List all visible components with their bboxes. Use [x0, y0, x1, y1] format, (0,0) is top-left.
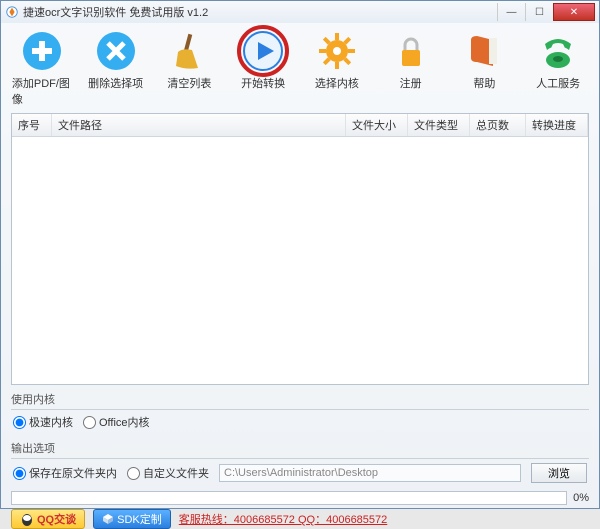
toolbar: 添加PDF/图像 删除选择项 清空列表 开始转换 选择内核 注册 帮助 [1, 23, 599, 111]
progress-row: 0% [11, 491, 589, 505]
col-seq[interactable]: 序号 [12, 114, 52, 136]
x-circle-icon [95, 30, 137, 72]
remove-label: 删除选择项 [88, 75, 143, 91]
play-circle-icon [242, 30, 284, 72]
col-path[interactable]: 文件路径 [52, 114, 346, 136]
sdk-button[interactable]: SDK定制 [93, 509, 171, 529]
close-button[interactable]: ✕ [553, 3, 595, 21]
engine-section: 使用内核 极速内核 Office内核 [11, 389, 589, 434]
add-pdf-button[interactable]: 添加PDF/图像 [12, 29, 72, 107]
register-label: 注册 [400, 75, 422, 91]
app-window: 捷速ocr文字识别软件 免费试用版 v1.2 — ☐ ✕ 添加PDF/图像 删除… [0, 0, 600, 509]
col-size[interactable]: 文件大小 [346, 114, 408, 136]
lock-icon [390, 30, 432, 72]
radio-custom-folder[interactable]: 自定义文件夹 [127, 465, 209, 481]
output-path-input[interactable] [219, 464, 521, 482]
file-list: 序号 文件路径 文件大小 文件类型 总页数 转换进度 [11, 113, 589, 385]
hotline-link[interactable]: 客服热线：4006685572 QQ：4006685572 [179, 511, 388, 527]
service-label: 人工服务 [536, 75, 580, 91]
add-label: 添加PDF/图像 [12, 75, 72, 107]
service-button[interactable]: 人工服务 [528, 29, 588, 107]
start-label: 开始转换 [241, 75, 285, 91]
phone-icon [537, 30, 579, 72]
col-pages[interactable]: 总页数 [470, 114, 526, 136]
browse-button[interactable]: 浏览 [531, 463, 587, 483]
engine-button[interactable]: 选择内核 [307, 29, 367, 107]
output-section: 输出选项 保存在原文件夹内 自定义文件夹 浏览 [11, 438, 589, 487]
radio-fast-engine[interactable]: 极速内核 [13, 414, 73, 430]
qq-chat-button[interactable]: QQ交谈 [11, 509, 85, 529]
table-header: 序号 文件路径 文件大小 文件类型 总页数 转换进度 [12, 114, 588, 137]
register-button[interactable]: 注册 [381, 29, 441, 107]
col-type[interactable]: 文件类型 [408, 114, 470, 136]
help-button[interactable]: 帮助 [454, 29, 514, 107]
app-icon [5, 5, 19, 19]
cube-icon [102, 513, 114, 525]
remove-button[interactable]: 删除选择项 [86, 29, 146, 107]
window-title: 捷速ocr文字识别软件 免费试用版 v1.2 [23, 4, 208, 20]
col-prog[interactable]: 转换进度 [526, 114, 588, 136]
gear-icon [316, 30, 358, 72]
titlebar: 捷速ocr文字识别软件 免费试用版 v1.2 — ☐ ✕ [1, 1, 599, 23]
qq-icon [20, 512, 34, 526]
engine-label: 选择内核 [315, 75, 359, 91]
broom-icon [168, 30, 210, 72]
radio-same-folder[interactable]: 保存在原文件夹内 [13, 465, 117, 481]
book-icon [463, 30, 505, 72]
help-label: 帮助 [473, 75, 495, 91]
clear-label: 清空列表 [167, 75, 211, 91]
plus-circle-icon [21, 30, 63, 72]
start-button[interactable]: 开始转换 [233, 29, 293, 107]
output-header: 输出选项 [11, 438, 589, 459]
minimize-button[interactable]: — [497, 3, 525, 21]
progress-percent: 0% [573, 492, 589, 504]
radio-office-engine[interactable]: Office内核 [83, 414, 150, 430]
progress-bar [11, 491, 567, 505]
clear-button[interactable]: 清空列表 [159, 29, 219, 107]
engine-header: 使用内核 [11, 389, 589, 410]
footer: QQ交谈 SDK定制 客服热线：4006685572 QQ：4006685572 [11, 509, 589, 529]
maximize-button[interactable]: ☐ [525, 3, 553, 21]
